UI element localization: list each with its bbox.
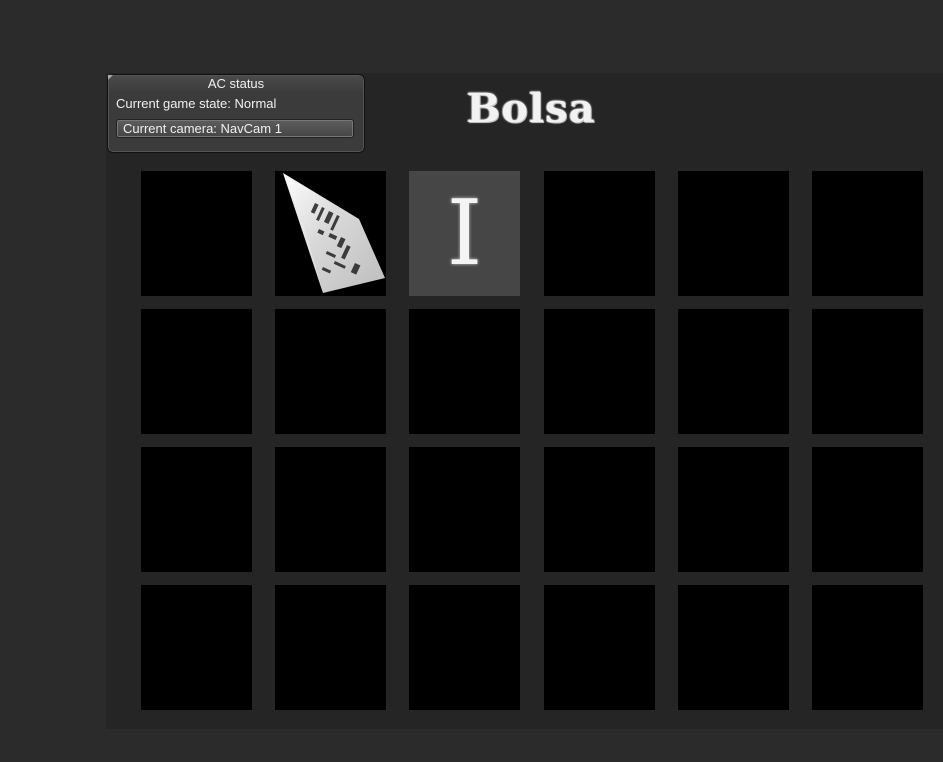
inventory-slot-selected[interactable]: I xyxy=(409,171,520,296)
inventory-slot-empty[interactable] xyxy=(678,585,789,710)
inventory-slot-empty[interactable] xyxy=(678,171,789,296)
inventory-slot-empty[interactable] xyxy=(812,447,923,572)
inventory-slot-empty[interactable] xyxy=(812,309,923,434)
inventory-slot-empty[interactable] xyxy=(409,447,520,572)
inventory-slot-empty[interactable] xyxy=(275,585,386,710)
ac-status-title: AC status xyxy=(207,76,265,91)
inventory-slot-empty[interactable] xyxy=(544,309,655,434)
inventory-slot-empty[interactable] xyxy=(275,447,386,572)
inventory-slot-empty[interactable] xyxy=(812,585,923,710)
inventory-slot-empty[interactable] xyxy=(275,309,386,434)
inventory-slot-empty[interactable] xyxy=(544,171,655,296)
inventory-slot-empty[interactable] xyxy=(141,447,252,572)
ticket-icon xyxy=(283,173,385,293)
inventory-slot-empty[interactable] xyxy=(678,447,789,572)
inventory-slot-ticket[interactable] xyxy=(275,171,386,296)
inventory-slot-empty[interactable] xyxy=(141,171,252,296)
letter-i-icon: I xyxy=(446,181,483,286)
inventory-panel: Bolsa I xyxy=(106,73,943,729)
inventory-slot-empty[interactable] xyxy=(141,309,252,434)
inventory-slot-empty[interactable] xyxy=(141,585,252,710)
ac-status-window[interactable]: AC status Current game state: Normal Cur… xyxy=(107,74,365,153)
inventory-slot-empty[interactable] xyxy=(812,171,923,296)
inventory-slot-empty[interactable] xyxy=(544,447,655,572)
inventory-slot-empty[interactable] xyxy=(678,309,789,434)
inventory-slot-empty[interactable] xyxy=(544,585,655,710)
game-state-label: Current game state: Normal xyxy=(116,96,277,111)
inventory-slot-empty[interactable] xyxy=(409,585,520,710)
current-camera-button[interactable]: Current camera: NavCam 1 xyxy=(116,119,354,138)
game-scene: Bolsa I AC status Current game state: No… xyxy=(0,0,943,762)
inventory-slot-empty[interactable] xyxy=(409,309,520,434)
inventory-title: Bolsa xyxy=(466,85,596,132)
